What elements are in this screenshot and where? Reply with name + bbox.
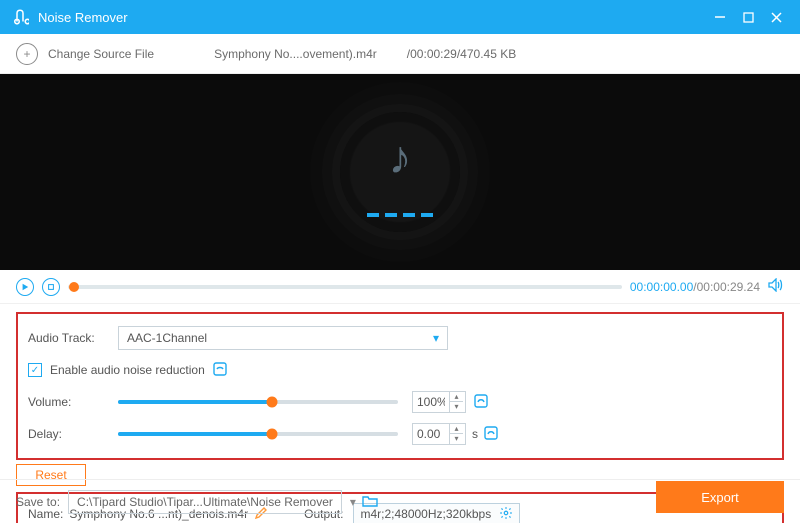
preview-area: ♪ <box>0 74 800 270</box>
noise-reduction-label: Enable audio noise reduction <box>50 363 205 377</box>
volume-down-stepper[interactable]: ▾ <box>450 402 463 412</box>
close-button[interactable] <box>762 3 790 31</box>
open-folder-icon[interactable] <box>362 494 378 510</box>
save-path-field[interactable]: C:\Tipard Studio\Tipar...Ultimate\Noise … <box>68 490 342 514</box>
volume-slider[interactable] <box>118 400 398 404</box>
audio-visualizer: ♪ <box>340 112 460 232</box>
play-button[interactable] <box>16 278 34 296</box>
time-display: 00:00:00.00/00:00:29.24 <box>630 280 760 294</box>
source-meta: /00:00:29/470.45 KB <box>407 47 516 61</box>
save-path-value: C:\Tipard Studio\Tipar...Ultimate\Noise … <box>77 495 333 509</box>
delay-down-stepper[interactable]: ▾ <box>450 434 463 444</box>
path-dropdown-icon[interactable]: ▾ <box>350 495 356 509</box>
audio-track-value: AAC-1Channel <box>127 331 207 345</box>
seek-slider[interactable] <box>68 285 622 289</box>
equalizer-icon <box>367 213 433 217</box>
app-icon <box>10 7 30 27</box>
audio-track-select[interactable]: AAC-1Channel ▾ <box>118 326 448 350</box>
volume-value[interactable] <box>413 395 449 409</box>
source-toolbar: + Change Source File Symphony No....ovem… <box>0 34 800 74</box>
delay-slider[interactable] <box>118 432 398 436</box>
delay-reset-icon[interactable] <box>484 426 498 443</box>
maximize-button[interactable] <box>734 3 762 31</box>
change-source-button[interactable]: + Change Source File <box>16 43 154 65</box>
source-filename: Symphony No....ovement).m4r <box>214 47 377 61</box>
volume-input[interactable]: ▴▾ <box>412 391 466 413</box>
delay-unit: s <box>472 427 478 441</box>
noise-reduction-checkbox[interactable]: ✓ <box>28 363 42 377</box>
volume-label: Volume: <box>28 395 118 409</box>
audio-settings-highlight: Audio Track: AAC-1Channel ▾ ✓ Enable aud… <box>16 312 784 460</box>
delay-label: Delay: <box>28 427 118 441</box>
change-source-label: Change Source File <box>48 47 154 61</box>
plus-icon: + <box>16 43 38 65</box>
noise-reduction-settings-icon[interactable] <box>213 362 227 379</box>
delay-up-stepper[interactable]: ▴ <box>450 424 463 434</box>
stop-button[interactable] <box>42 278 60 296</box>
titlebar: Noise Remover <box>0 0 800 34</box>
export-button[interactable]: Export <box>656 481 784 513</box>
volume-reset-icon[interactable] <box>474 394 488 411</box>
app-title: Noise Remover <box>38 10 706 25</box>
speaker-icon[interactable] <box>768 278 784 295</box>
audio-track-label: Audio Track: <box>28 331 118 345</box>
minimize-button[interactable] <box>706 3 734 31</box>
music-note-icon: ♪ <box>389 134 412 180</box>
time-current: 00:00:00.00 <box>630 280 693 294</box>
volume-up-stepper[interactable]: ▴ <box>450 392 463 402</box>
delay-value[interactable] <box>413 427 449 441</box>
time-total: /00:00:29.24 <box>693 280 760 294</box>
dropdown-caret-icon: ▾ <box>433 331 439 345</box>
transport-bar: 00:00:00.00/00:00:29.24 <box>0 270 800 304</box>
delay-input[interactable]: ▴▾ <box>412 423 466 445</box>
save-to-label: Save to: <box>16 495 60 509</box>
